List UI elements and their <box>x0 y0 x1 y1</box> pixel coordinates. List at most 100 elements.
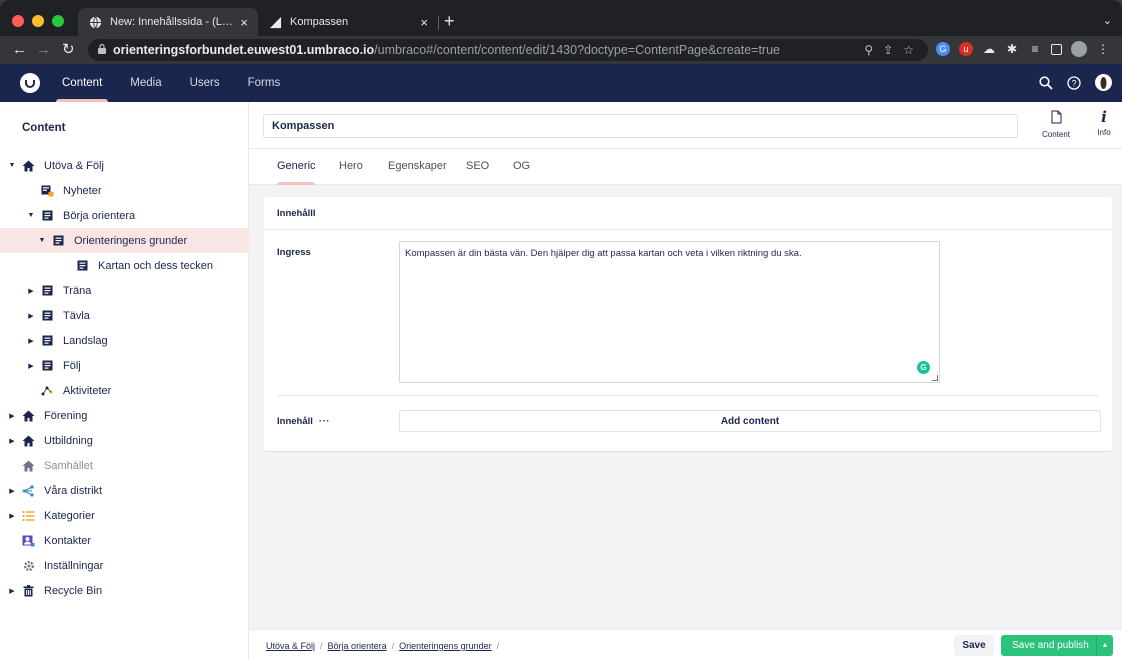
ingress-textarea[interactable]: Kompassen är din bästa vän. Den hjälper … <box>399 241 940 383</box>
section-content[interactable]: Content <box>52 64 112 102</box>
tree-node[interactable]: Aktiviteter <box>0 378 249 403</box>
caret-right-icon[interactable]: ▶ <box>8 412 16 420</box>
add-content-button[interactable]: Add content <box>399 410 1101 432</box>
caret-right-icon[interactable]: ▶ <box>8 437 16 445</box>
reading-list-icon[interactable]: ≡ <box>1028 42 1042 56</box>
tree-node[interactable]: ▶ Utbildning <box>0 428 249 453</box>
grammarly-icon[interactable]: G <box>917 361 930 374</box>
tree-node[interactable]: ▶ Träna <box>0 278 249 303</box>
tree-node[interactable]: ▼ Utöva & Följ <box>0 153 249 178</box>
tree-node[interactable]: Inställningar <box>0 553 249 578</box>
close-tab-icon[interactable]: × <box>420 15 428 30</box>
tab-hero[interactable]: Hero <box>339 160 363 172</box>
page-icon <box>41 335 54 347</box>
page-icon <box>52 235 65 247</box>
content-app-button[interactable]: Content <box>1034 110 1078 151</box>
user-avatar[interactable] <box>1095 74 1112 96</box>
caret-right-icon[interactable]: ▶ <box>27 312 35 320</box>
close-tab-icon[interactable]: × <box>240 15 248 30</box>
ublock-icon[interactable]: u <box>959 42 973 56</box>
tree-node[interactable]: Samhället <box>0 453 249 478</box>
new-tab-button[interactable]: + <box>444 12 455 30</box>
more-options-icon[interactable]: ··· <box>319 416 330 427</box>
cloud-icon[interactable]: ☁ <box>982 42 996 56</box>
globe-icon <box>88 15 102 29</box>
help-icon[interactable]: ? <box>1067 75 1081 95</box>
menu-kebab-icon[interactable]: ⋮ <box>1096 42 1110 56</box>
caret-down-icon[interactable]: ▼ <box>8 162 16 169</box>
tree-node[interactable]: ▶ Följ <box>0 353 249 378</box>
tree-node-label: Följ <box>63 359 81 372</box>
content-property-label: Innehåll ··· <box>277 416 330 427</box>
tree-node[interactable]: ▶ Landslag <box>0 328 249 353</box>
breadcrumb-item[interactable]: Orienteringens grunder <box>399 641 492 651</box>
resize-handle[interactable] <box>932 375 938 381</box>
tree-node-label: Kartan och dess tecken <box>98 259 213 272</box>
section-media[interactable]: Media <box>120 64 171 102</box>
save-and-publish-button[interactable]: Save and publish ▲ <box>1001 635 1113 656</box>
tab-og[interactable]: OG <box>513 160 530 172</box>
address-bar[interactable]: orienteringsforbundet.euwest01.umbraco.i… <box>88 39 928 61</box>
info-app-button[interactable]: i Info <box>1082 110 1122 150</box>
tree-node[interactable]: ▶ Tävla <box>0 303 249 328</box>
browser-tab[interactable]: Kompassen × <box>258 8 438 36</box>
tree-node-label: Inställningar <box>44 559 104 572</box>
property-tabs: Generic Hero Egenskaper SEO OG <box>249 149 1122 185</box>
caret-down-icon[interactable]: ▼ <box>38 237 46 244</box>
caret-right-icon[interactable]: ▶ <box>27 337 35 345</box>
publish-options-chevron-icon[interactable]: ▲ <box>1096 635 1113 656</box>
forward-arrow-icon[interactable]: → <box>36 41 51 59</box>
caret-right-icon[interactable]: ▶ <box>27 287 35 295</box>
maximize-window-button[interactable] <box>52 15 64 27</box>
caret-right-icon[interactable]: ▶ <box>8 487 16 495</box>
page-icon <box>41 310 54 322</box>
tab-generic[interactable]: Generic <box>277 160 316 172</box>
caret-right-icon[interactable]: ▶ <box>8 512 16 520</box>
tab-search-icon[interactable]: ⌄ <box>1103 14 1112 27</box>
puzzle-icon[interactable]: ✱ <box>1005 42 1019 56</box>
document-icon <box>1051 110 1062 126</box>
search-icon[interactable] <box>1039 75 1053 95</box>
tree-node[interactable]: Kartan och dess tecken <box>0 253 249 278</box>
breadcrumb-item[interactable]: Utöva & Följ <box>266 641 315 651</box>
tree-node[interactable]: ▼ Börja orientera <box>0 203 249 228</box>
tree-node-label: Nyheter <box>63 184 102 197</box>
close-window-button[interactable] <box>12 15 24 27</box>
info-app-label: Info <box>1097 128 1111 137</box>
caret-down-icon[interactable]: ▼ <box>27 212 35 219</box>
tree-node[interactable]: ▶ Våra distrikt <box>0 478 249 503</box>
zoom-icon[interactable]: ⚲ <box>864 43 873 57</box>
caret-right-icon[interactable]: ▶ <box>27 362 35 370</box>
tree-node-label: Tävla <box>63 309 90 322</box>
sidepanel-icon[interactable] <box>1051 43 1062 55</box>
sidebar-heading[interactable]: Content <box>22 122 65 134</box>
svg-text:?: ? <box>1071 78 1076 88</box>
tree-node[interactable]: ▼ Orienteringens grunder <box>0 228 249 253</box>
back-arrow-icon[interactable]: ← <box>12 41 27 59</box>
profile-avatar[interactable] <box>1071 41 1087 57</box>
home-icon <box>22 160 35 172</box>
page-icon <box>41 210 54 222</box>
node-name-input[interactable]: Kompassen <box>263 114 1018 138</box>
caret-right-icon[interactable]: ▶ <box>8 587 16 595</box>
tree-node[interactable]: ▶ Förening <box>0 403 249 428</box>
section-forms[interactable]: Forms <box>238 64 291 102</box>
umbraco-logo-icon[interactable] <box>20 73 40 93</box>
reload-icon[interactable]: ↻ <box>62 41 75 59</box>
browser-tab-active[interactable]: New: Innehållssida - (Live) Con × <box>78 8 258 36</box>
tab-seo[interactable]: SEO <box>466 160 489 172</box>
minimize-window-button[interactable] <box>32 15 44 27</box>
tab-egenskaper[interactable]: Egenskaper <box>388 160 447 172</box>
tree-node[interactable]: Kontakter <box>0 528 249 553</box>
save-button[interactable]: Save <box>954 635 994 656</box>
tree-node[interactable]: ▶ Recycle Bin <box>0 578 249 603</box>
section-users[interactable]: Users <box>180 64 230 102</box>
breadcrumb-item[interactable]: Börja orientera <box>328 641 387 651</box>
extension-icon[interactable]: G <box>936 42 950 56</box>
tree-node[interactable]: ▶ Kategorier <box>0 503 249 528</box>
settings-icon <box>22 560 35 572</box>
share-icon[interactable]: ⇪ <box>883 43 893 57</box>
contacts-icon <box>22 535 35 547</box>
bookmark-star-icon[interactable]: ☆ <box>903 43 914 57</box>
tree-node[interactable]: Nyheter <box>0 178 249 203</box>
